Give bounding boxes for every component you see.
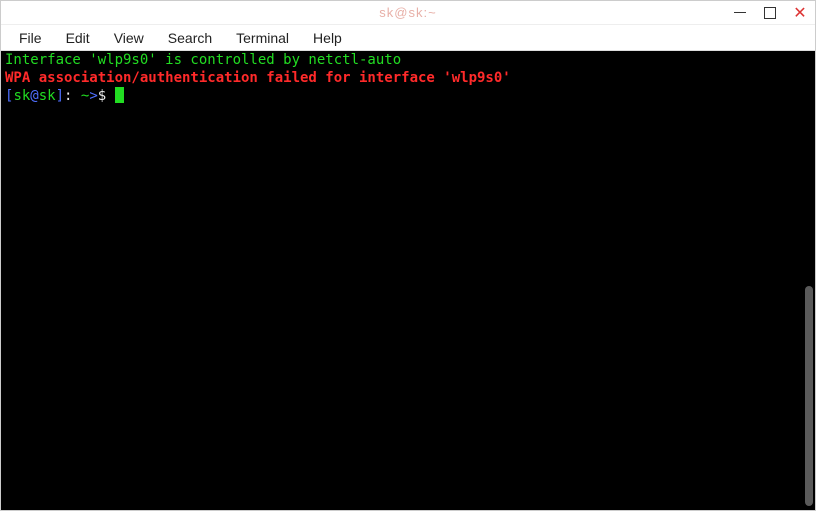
cursor-icon <box>115 87 124 103</box>
menu-terminal[interactable]: Terminal <box>226 28 299 48</box>
menubar: File Edit View Search Terminal Help <box>1 25 815 51</box>
prompt-bracket: ] <box>56 88 64 104</box>
output-line: Interface 'wlp9s0' is controlled by netc… <box>5 52 401 68</box>
prompt-arrow: > <box>89 88 97 104</box>
prompt-user: sk <box>13 88 30 104</box>
terminal-window: sk@sk:~ ✕ File Edit View Search Terminal… <box>0 0 816 511</box>
prompt-dollar: $ <box>98 88 115 104</box>
close-button[interactable]: ✕ <box>791 4 809 22</box>
menu-view[interactable]: View <box>104 28 154 48</box>
menu-search[interactable]: Search <box>158 28 222 48</box>
prompt-sep: : <box>64 88 81 104</box>
scrollbar[interactable] <box>805 286 813 506</box>
terminal-area[interactable]: Interface 'wlp9s0' is controlled by netc… <box>1 51 815 510</box>
menu-help[interactable]: Help <box>303 28 352 48</box>
minimize-button[interactable] <box>731 4 749 22</box>
maximize-button[interactable] <box>761 4 779 22</box>
menu-file[interactable]: File <box>9 28 52 48</box>
error-line: WPA association/authentication failed fo… <box>5 70 511 86</box>
prompt-at: @ <box>30 88 38 104</box>
prompt-host: sk <box>39 88 56 104</box>
window-title: sk@sk:~ <box>379 5 436 20</box>
titlebar: sk@sk:~ ✕ <box>1 1 815 25</box>
terminal-content: Interface 'wlp9s0' is controlled by netc… <box>1 51 815 105</box>
menu-edit[interactable]: Edit <box>56 28 100 48</box>
window-controls: ✕ <box>731 4 809 22</box>
